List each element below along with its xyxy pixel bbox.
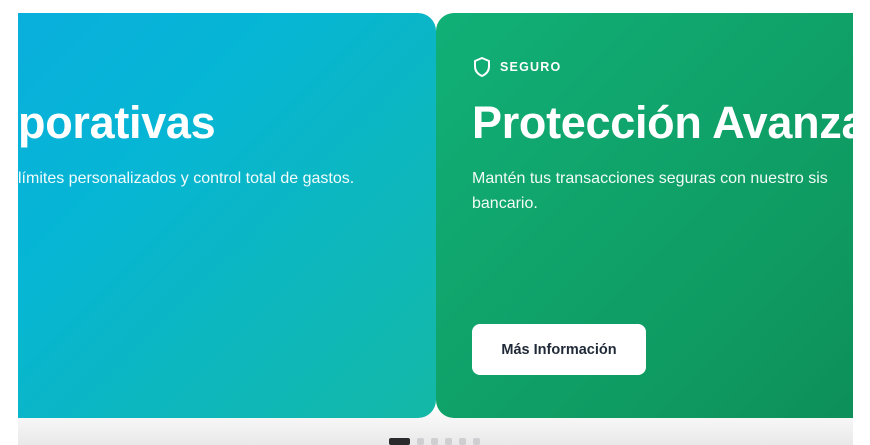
pagination-dot-2[interactable]: [417, 438, 424, 445]
more-info-button[interactable]: Más Información: [472, 324, 646, 375]
carousel-slide-security[interactable]: SEGURO Protección Avanza Mantén tus tran…: [436, 13, 853, 418]
slide-title: porativas: [18, 97, 216, 148]
pagination-dot-6[interactable]: [473, 438, 480, 445]
shield-icon: [472, 56, 492, 78]
badge-label: SEGURO: [500, 60, 562, 74]
slide-title: Protección Avanza: [472, 97, 853, 148]
carousel-slide-corporate-cards[interactable]: porativas límites personalizados y contr…: [18, 13, 436, 418]
carousel-pagination: [389, 438, 480, 445]
pagination-dot-3[interactable]: [431, 438, 438, 445]
pagination-dot-4[interactable]: [445, 438, 452, 445]
pagination-dot-1[interactable]: [389, 438, 410, 445]
carousel-viewport[interactable]: porativas límites personalizados y contr…: [18, 13, 853, 445]
pagination-dot-5[interactable]: [459, 438, 466, 445]
slide-description: Mantén tus transacciones seguras con nue…: [472, 170, 828, 212]
slide-badge: SEGURO: [472, 56, 561, 78]
slide-description: límites personalizados y control total d…: [18, 170, 355, 187]
